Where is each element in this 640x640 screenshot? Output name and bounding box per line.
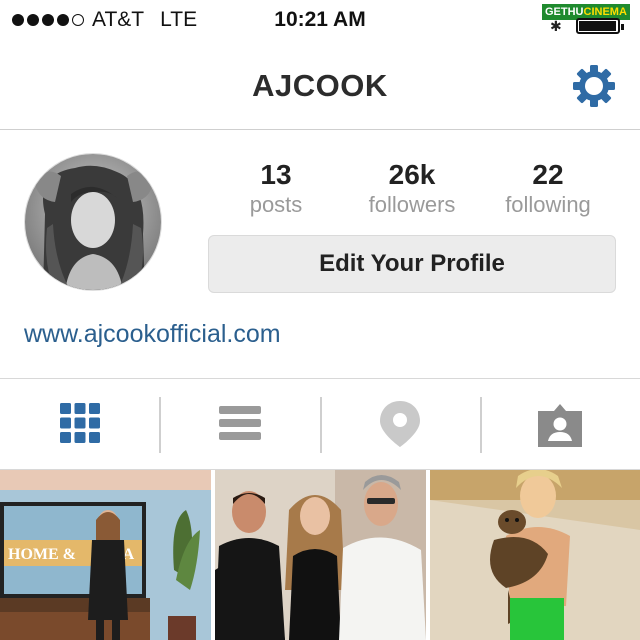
- photo-thumbnail[interactable]: HOME & FA: [0, 470, 211, 640]
- edit-profile-button[interactable]: Edit Your Profile: [208, 235, 616, 293]
- following-count-value: 22: [532, 159, 564, 190]
- location-pin-icon: [380, 401, 420, 447]
- profile-username-title: AJCOOK: [252, 68, 388, 103]
- gear-icon[interactable]: [570, 62, 618, 110]
- posts-count-label: posts: [249, 192, 303, 217]
- posts-count-value: 13: [260, 159, 292, 190]
- nav-header: AJCOOK: [0, 44, 640, 130]
- following-count-label: following: [505, 192, 591, 217]
- website-link[interactable]: www.ajcookofficial.com: [24, 320, 281, 349]
- followers-count-value: 26k: [388, 159, 436, 190]
- status-bar: AT&T LTE 10:21 AM GETHUCINEMA ✱: [0, 0, 640, 44]
- tab-map-view[interactable]: [320, 379, 480, 469]
- tab-tagged-photos[interactable]: [480, 379, 640, 469]
- profile-view-tabbar: [0, 378, 640, 470]
- tab-grid-view[interactable]: [0, 379, 160, 469]
- profile-avatar[interactable]: [24, 153, 162, 291]
- battery-icon: [576, 18, 624, 34]
- photo-thumbnail[interactable]: [215, 470, 426, 640]
- tagged-photos-icon: [538, 404, 582, 447]
- following-count[interactable]: 22 following: [490, 158, 606, 218]
- followers-count-label: followers: [368, 192, 456, 217]
- followers-count[interactable]: 26k followers: [350, 158, 474, 218]
- tab-list-view[interactable]: [160, 379, 320, 469]
- photo-thumbnail[interactable]: [430, 470, 640, 640]
- grid-icon: [60, 403, 100, 443]
- list-icon: [219, 406, 261, 440]
- photo-grid: HOME & FA: [0, 470, 640, 640]
- status-right: GETHUCINEMA ✱: [542, 4, 630, 34]
- photo-sign-text: HOME &: [8, 546, 76, 563]
- posts-count[interactable]: 13 posts: [222, 158, 330, 218]
- bluetooth-icon: ✱: [550, 18, 562, 34]
